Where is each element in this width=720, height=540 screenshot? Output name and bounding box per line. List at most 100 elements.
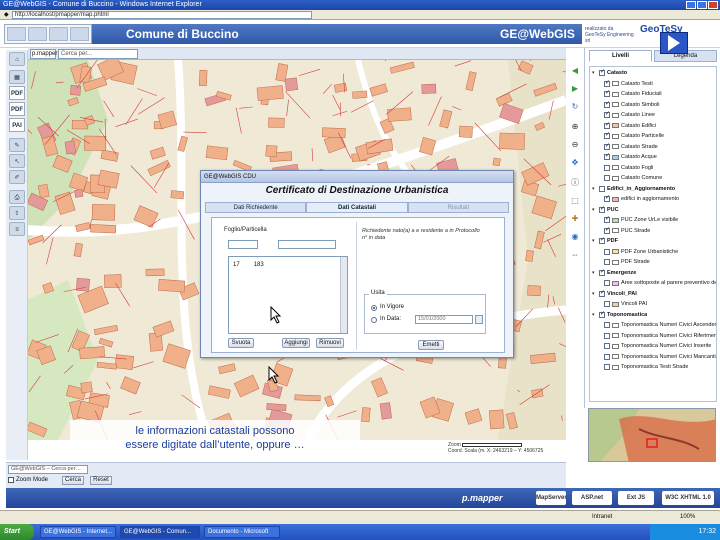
locate-icon[interactable]: ◉ xyxy=(569,232,581,242)
layer-item[interactable]: Aree sottoposte al parere preventivo del… xyxy=(604,279,716,287)
layer-checkbox[interactable] xyxy=(604,332,610,339)
layer-checkbox[interactable] xyxy=(604,194,610,202)
layer-checkbox[interactable] xyxy=(604,364,610,370)
layer-group[interactable]: ▾ PUC xyxy=(592,205,619,214)
foglio-input[interactable] xyxy=(228,240,258,249)
tab-dati-catastali[interactable]: Dati Catastali xyxy=(306,202,408,213)
layer-item[interactable]: Catasto Simboli xyxy=(604,100,660,109)
zoom-mode-checkbox[interactable] xyxy=(8,477,14,483)
layer-checkbox[interactable] xyxy=(604,215,610,223)
layer-checkbox[interactable] xyxy=(604,79,610,87)
layer-item[interactable]: PUC Strade xyxy=(604,226,650,235)
rimuovi-button[interactable]: Rimuovi xyxy=(316,338,344,348)
minimize-button[interactable] xyxy=(686,1,696,9)
expand-icon[interactable]: ▾ xyxy=(592,186,597,192)
expand-icon[interactable]: ▾ xyxy=(592,238,597,244)
reset-button[interactable]: Reset xyxy=(90,476,112,485)
identify-icon[interactable]: ⓘ xyxy=(569,178,581,188)
layers-icon[interactable]: ≡ xyxy=(9,222,25,236)
expand-icon[interactable]: ▾ xyxy=(592,207,597,213)
layer-checkbox[interactable] xyxy=(604,248,610,255)
layer-checkbox[interactable] xyxy=(599,236,605,244)
maximize-button[interactable] xyxy=(697,1,707,9)
refresh-icon[interactable]: ↻ xyxy=(569,102,581,112)
layer-item[interactable]: Toponomastica Numeri Civici Inserite xyxy=(604,342,711,350)
layer-item[interactable]: Catasto Edifici xyxy=(604,121,656,130)
date-input[interactable]: 15/01/2000 xyxy=(415,315,473,324)
parcel-list[interactable]: 17 183 xyxy=(228,256,348,334)
task-button[interactable]: Documento - Microsoft xyxy=(204,526,280,538)
play-button[interactable] xyxy=(660,32,688,54)
layer-group[interactable]: ▾ Vincoli_PAI xyxy=(592,289,637,298)
pdf-button[interactable]: PDF xyxy=(9,102,25,116)
pan-icon[interactable]: ✥ xyxy=(569,158,581,168)
layer-group[interactable]: ▾ Toponomastica xyxy=(592,310,647,319)
zoom-mode-option[interactable]: Zoom Mode xyxy=(8,477,48,483)
cerca-button[interactable]: Cerca xyxy=(62,476,84,485)
expand-icon[interactable]: ▾ xyxy=(592,70,597,76)
layer-checkbox[interactable] xyxy=(604,226,610,234)
home-icon[interactable]: ⌂ xyxy=(9,52,25,66)
layer-item[interactable]: Toponomastica Numeri Civici Mancanti xyxy=(604,353,716,361)
layer-item[interactable]: PDF Zone Urbanistiche xyxy=(604,248,678,256)
radio-in-vigore[interactable] xyxy=(371,305,377,311)
measure-icon[interactable]: ✎ xyxy=(9,138,25,152)
mapper-select[interactable]: p.mapper xyxy=(30,49,57,59)
layer-item[interactable]: PUC Zone UrLe visibile xyxy=(604,215,678,224)
layer-checkbox[interactable] xyxy=(604,100,610,108)
layer-item[interactable]: Catasto Comune xyxy=(604,174,662,182)
pai-button[interactable]: PAI xyxy=(9,118,25,132)
expand-icon[interactable]: ▾ xyxy=(592,291,597,297)
list-scrollbar[interactable] xyxy=(340,257,347,333)
tool-icon[interactable]: ✚ xyxy=(569,214,581,224)
layer-item[interactable]: Catasto Linee xyxy=(604,110,655,119)
layer-checkbox[interactable] xyxy=(599,289,605,297)
expand-icon[interactable]: ▾ xyxy=(592,312,597,318)
layer-checkbox[interactable] xyxy=(604,259,610,265)
expand-icon[interactable]: ▾ xyxy=(592,270,597,276)
layer-item[interactable]: Toponomastica Numeri Civici Ascendenti xyxy=(604,321,716,329)
particella-input[interactable] xyxy=(278,240,336,249)
select-icon[interactable]: ⬚ xyxy=(569,196,581,206)
layer-checkbox[interactable] xyxy=(599,268,605,276)
list-item[interactable]: 17 183 xyxy=(233,262,264,268)
layer-group[interactable]: ▾ Catasto xyxy=(592,68,627,77)
search-input[interactable]: Cerca per... xyxy=(58,49,138,59)
layer-checkbox[interactable] xyxy=(604,142,610,150)
layer-checkbox[interactable] xyxy=(604,121,610,129)
measure-icon[interactable]: ⇔ xyxy=(569,250,581,260)
layer-group[interactable]: ▾ Emergenze xyxy=(592,268,636,277)
zoom-in-icon[interactable]: ⊕ xyxy=(569,122,581,132)
close-button[interactable] xyxy=(708,1,718,9)
layer-checkbox[interactable] xyxy=(604,164,610,171)
search-select[interactable]: GE@WebGIS – Cerca per… xyxy=(8,465,88,474)
layer-item[interactable]: PDF Strade xyxy=(604,258,650,266)
arrow-left-icon[interactable]: ◀ xyxy=(569,66,581,76)
aggiungi-button[interactable]: Aggiungi xyxy=(282,338,310,348)
layer-item[interactable]: Toponomastica Numeri Civici Riferimento xyxy=(604,332,716,340)
layer-group[interactable]: ▾ Edifici_in_Aggiornamento xyxy=(592,185,675,193)
layer-checkbox[interactable] xyxy=(604,280,610,286)
layer-item[interactable]: Toponomastica Testi Strade xyxy=(604,363,688,371)
tab-livelli[interactable]: Livelli xyxy=(589,50,652,62)
arrow-right-icon[interactable]: ▶ xyxy=(569,84,581,94)
task-button[interactable]: GE@WebGIS - Comun... xyxy=(120,526,200,538)
export-icon[interactable]: ⇪ xyxy=(9,206,25,220)
printer-icon[interactable]: ⎙ xyxy=(9,190,25,204)
layer-checkbox[interactable] xyxy=(604,175,610,181)
start-button[interactable]: Start xyxy=(0,524,34,540)
layer-checkbox[interactable] xyxy=(604,343,610,349)
edit-icon[interactable]: ✐ xyxy=(9,170,25,184)
layer-item[interactable]: Catasto Acque xyxy=(604,152,657,161)
zoom-level[interactable]: 100% xyxy=(680,511,695,524)
layer-item[interactable]: Vincoli PAI xyxy=(604,300,647,308)
zoom-out-icon[interactable]: ⊖ xyxy=(569,140,581,150)
layer-checkbox[interactable] xyxy=(604,301,610,307)
layer-checkbox[interactable] xyxy=(599,185,605,192)
layer-item[interactable]: Catasto Strade xyxy=(604,142,658,151)
layer-checkbox[interactable] xyxy=(604,89,610,97)
zoom-slider[interactable] xyxy=(462,442,523,447)
overview-map[interactable] xyxy=(588,408,716,462)
layer-group[interactable]: ▾ PDF xyxy=(592,236,618,245)
layer-checkbox[interactable] xyxy=(604,152,610,160)
